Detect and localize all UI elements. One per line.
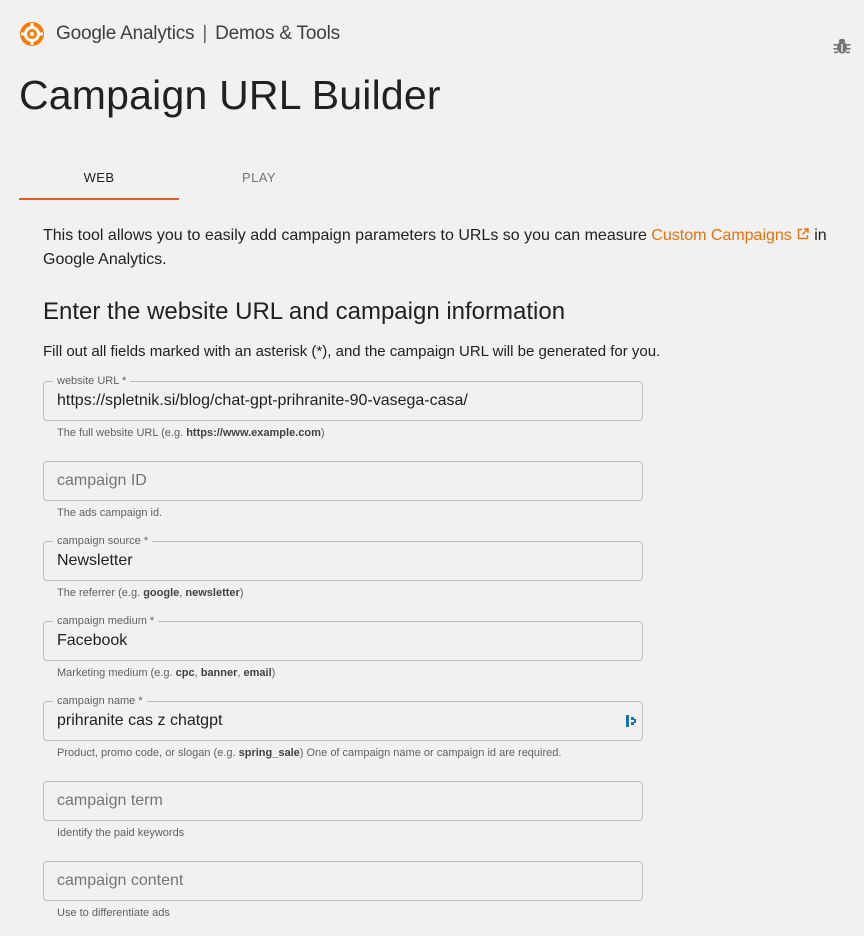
- helper-example: email: [243, 667, 272, 679]
- campaign-term-input[interactable]: [57, 782, 617, 820]
- helper-example: newsletter: [185, 587, 240, 599]
- instructions-text: Fill out all fields marked with an aster…: [43, 343, 661, 360]
- brand-name: Google Analytics: [56, 23, 195, 44]
- campaign-medium-helper: Marketing medium (e.g. cpc, banner, emai…: [57, 667, 643, 679]
- section-title: Enter the website URL and campaign infor…: [43, 298, 566, 325]
- campaign-term-helper: Identify the paid keywords: [57, 827, 185, 839]
- campaign-source-helper: The referrer (e.g. google, newsletter): [57, 587, 643, 599]
- campaign-name-box[interactable]: campaign name *: [43, 694, 643, 741]
- campaign-name-helper: Product, promo code, or slogan (e.g. spr…: [57, 747, 643, 759]
- custom-campaigns-link[interactable]: Custom Campaigns: [651, 227, 810, 244]
- website-url-field: website URL * The full website URL (e.g.…: [43, 374, 643, 439]
- campaign-medium-box[interactable]: campaign medium *: [43, 614, 643, 661]
- website-url-box[interactable]: website URL *: [43, 374, 643, 421]
- helper-text: ): [271, 667, 276, 679]
- tab-bar: WEB PLAY: [19, 154, 339, 200]
- campaign-id-helper: The ads campaign id.: [57, 507, 163, 519]
- campaign-id-box[interactable]: [43, 461, 643, 501]
- bug-icon[interactable]: [832, 36, 852, 56]
- page-title: Campaign URL Builder: [19, 72, 441, 118]
- campaign-term-box[interactable]: [43, 781, 643, 821]
- brand-separator: |: [202, 23, 208, 44]
- helper-text: The referrer (e.g.: [57, 587, 144, 599]
- intro-text-before: This tool allows you to easily add campa…: [43, 227, 652, 244]
- brand-title[interactable]: Google Analytics | Demos & Tools: [56, 23, 340, 45]
- helper-example: https://www.example.com: [186, 427, 321, 439]
- helper-text: Product, promo code, or slogan (e.g.: [57, 747, 239, 759]
- campaign-medium-field: campaign medium * Marketing medium (e.g.…: [43, 614, 643, 679]
- app-header: Google Analytics | Demos & Tools: [18, 20, 340, 48]
- campaign-content-helper: Use to differentiate ads: [57, 907, 170, 919]
- custom-campaigns-link-label: Custom Campaigns: [651, 227, 792, 244]
- password-manager-icon[interactable]: [624, 713, 638, 729]
- website-url-helper: The full website URL (e.g. https://www.e…: [57, 427, 643, 439]
- helper-text: ): [239, 587, 244, 599]
- campaign-id-field: The ads campaign id.: [43, 461, 643, 519]
- campaign-medium-input[interactable]: [57, 622, 617, 660]
- campaign-content-input[interactable]: [57, 862, 617, 900]
- helper-text: The full website URL (e.g.: [57, 427, 187, 439]
- helper-example: google: [143, 587, 180, 599]
- helper-example: banner: [200, 667, 238, 679]
- intro-text: This tool allows you to easily add campa…: [43, 224, 843, 272]
- campaign-content-field: Use to differentiate ads: [43, 861, 643, 919]
- helper-text: ) One of campaign name or campaign id ar…: [299, 747, 562, 759]
- tab-web[interactable]: WEB: [19, 154, 179, 200]
- tab-play[interactable]: PLAY: [179, 154, 339, 200]
- campaign-name-input[interactable]: [57, 702, 617, 740]
- campaign-term-field: Identify the paid keywords: [43, 781, 643, 839]
- analytics-logo-icon[interactable]: [18, 20, 46, 48]
- helper-example: cpc: [175, 667, 195, 679]
- website-url-input[interactable]: [57, 382, 617, 420]
- brand-section: Demos & Tools: [215, 23, 340, 44]
- helper-text: Marketing medium (e.g.: [57, 667, 176, 679]
- campaign-source-field: campaign source * The referrer (e.g. goo…: [43, 534, 643, 599]
- campaign-name-field: campaign name * Product, promo code, or …: [43, 694, 643, 759]
- helper-text: ): [320, 427, 325, 439]
- external-link-icon: [797, 228, 809, 240]
- campaign-source-input[interactable]: [57, 542, 617, 580]
- helper-example: spring_sale: [238, 747, 300, 759]
- campaign-content-box[interactable]: [43, 861, 643, 901]
- campaign-id-input[interactable]: [57, 462, 617, 500]
- campaign-source-box[interactable]: campaign source *: [43, 534, 643, 581]
